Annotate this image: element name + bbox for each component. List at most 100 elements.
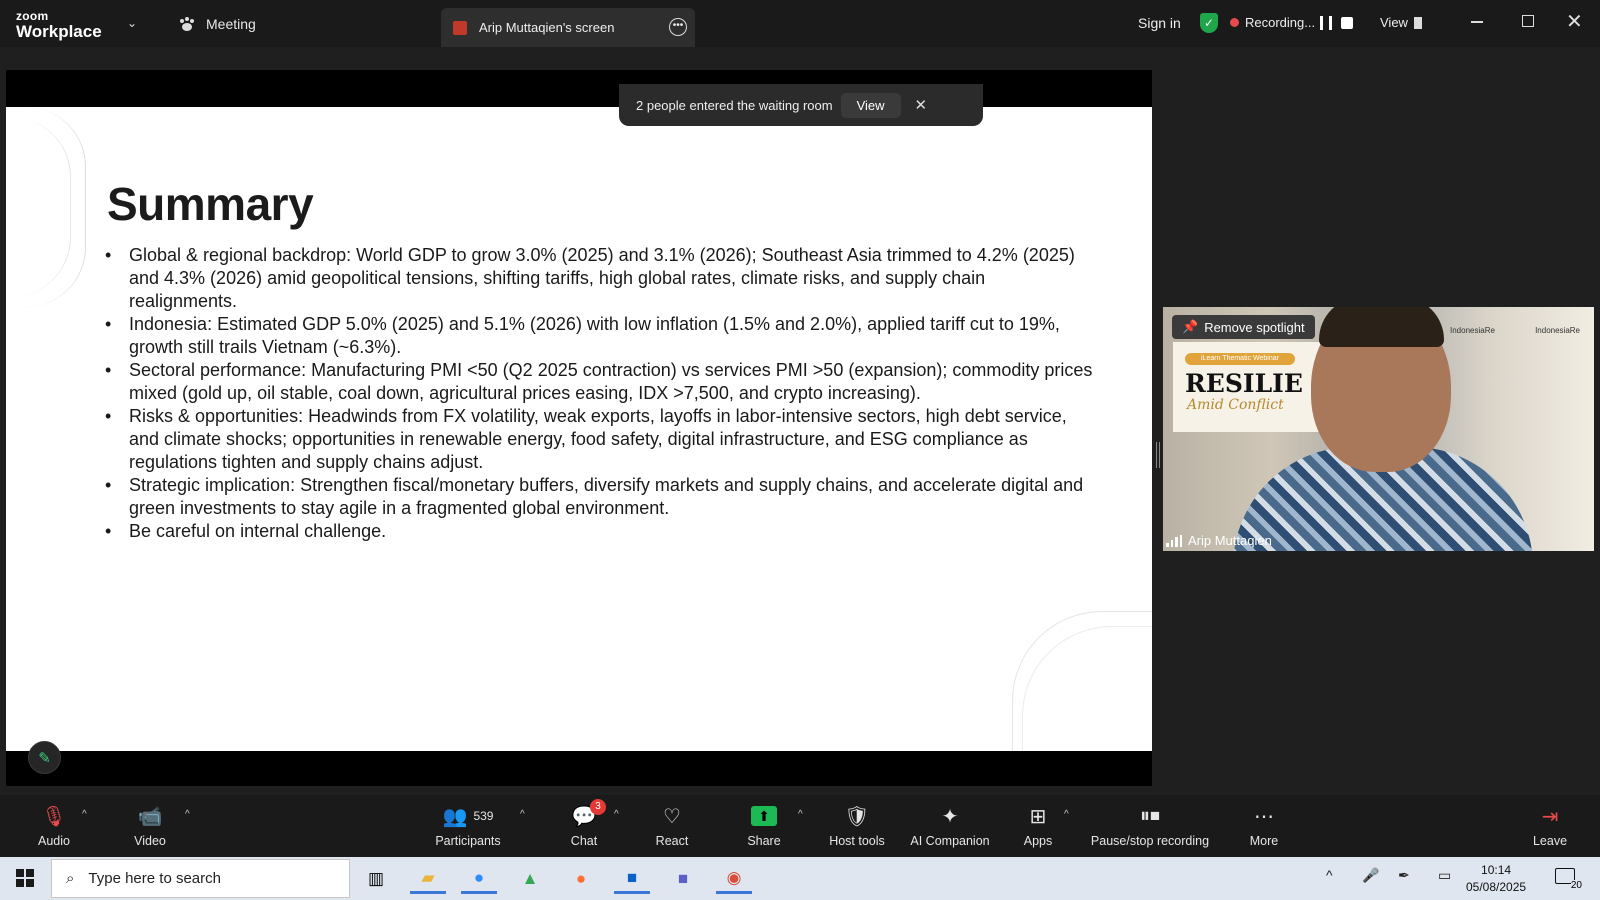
participants-label: Participants xyxy=(435,834,501,848)
audio-button[interactable]: 🎙 Audio xyxy=(30,795,78,857)
signal-bars-icon xyxy=(1166,534,1182,547)
participants-button[interactable]: 👥 539 Participants xyxy=(428,795,508,857)
participant-name: Arip Muttaqien xyxy=(1188,533,1272,548)
slide-bullet: Be careful on internal challenge. xyxy=(105,520,1095,543)
title-bar: zoom Workplace ⌄ Meeting Arip Muttaqien'… xyxy=(0,0,1600,47)
host-tools-button[interactable]: 🛡 Host tools xyxy=(822,795,892,857)
pause-stop-icon: ⏸⏹ xyxy=(1140,804,1160,827)
shield-check-icon[interactable]: ✓ xyxy=(1200,13,1218,33)
notification-center-icon[interactable]: 20 xyxy=(1555,868,1582,891)
tray-expand-icon[interactable]: ^ xyxy=(1326,867,1333,883)
share-label: Share xyxy=(747,834,781,848)
participants-caret-icon[interactable]: ^ xyxy=(520,809,525,820)
apps-caret-icon[interactable]: ^ xyxy=(1064,809,1069,820)
share-caret-icon[interactable]: ^ xyxy=(798,809,803,820)
cloud-record-icon xyxy=(1230,18,1239,27)
tab-screen-label: Arip Muttaqien's screen xyxy=(479,20,615,35)
apps-grid-icon: ⊞ xyxy=(1029,805,1047,828)
audio-caret-icon[interactable]: ^ xyxy=(82,809,87,820)
pause-recording-icon[interactable] xyxy=(1320,16,1332,30)
zoom-logo[interactable]: zoom Workplace xyxy=(16,10,102,40)
search-icon: ⌕ xyxy=(66,870,75,887)
chrome-icon[interactable]: ◉ xyxy=(716,864,752,894)
file-explorer-icon[interactable]: ▰ xyxy=(410,864,446,894)
chat-button[interactable]: 💬 3 Chat xyxy=(560,795,608,857)
screen-share-icon xyxy=(453,20,467,35)
video-button[interactable]: 📹 Video xyxy=(126,795,174,857)
chat-caret-icon[interactable]: ^ xyxy=(614,809,619,820)
logo-line-1: zoom xyxy=(16,9,49,23)
annotate-pencil-icon[interactable]: ✎ xyxy=(28,741,61,774)
react-button[interactable]: ♡ React xyxy=(648,795,696,857)
more-button[interactable]: ⋯ More xyxy=(1240,795,1288,857)
host-tools-label: Host tools xyxy=(829,834,885,848)
clock-date: 05/08/2025 xyxy=(1466,880,1527,894)
firefox-icon[interactable]: ● xyxy=(563,864,599,894)
participant-hair xyxy=(1319,307,1444,347)
waiting-room-view-button[interactable]: View xyxy=(840,92,901,118)
resize-handle[interactable] xyxy=(1156,442,1160,468)
logo-left: IndonesiaRe xyxy=(1450,325,1495,335)
apps-button[interactable]: ⊞ Apps xyxy=(1014,795,1062,857)
banner-pill: iLearn Thematic Webinar xyxy=(1185,353,1295,365)
video-caret-icon[interactable]: ^ xyxy=(185,809,190,820)
share-arrow-icon: ⬆ xyxy=(740,801,788,831)
waiting-room-text: 2 people entered the waiting room xyxy=(636,97,833,113)
task-view-icon[interactable]: ▥ xyxy=(358,864,394,894)
microphone-icon[interactable]: 🎤 xyxy=(1362,867,1379,884)
ai-companion-button[interactable]: ✦ AI Companion xyxy=(905,795,995,857)
close-icon[interactable]: ✕ xyxy=(915,96,928,114)
logo-right: IndonesiaRe xyxy=(1535,325,1580,335)
share-button[interactable]: ⬆ Share xyxy=(740,795,788,857)
paw-icon xyxy=(180,17,194,31)
slide-bullet: Indonesia: Estimated GDP 5.0% (2025) and… xyxy=(105,313,1095,359)
apps-label: Apps xyxy=(1023,834,1053,848)
search-placeholder: Type here to search xyxy=(88,870,221,887)
pen-icon[interactable]: ✒ xyxy=(1398,867,1410,884)
recording-label: Recording... xyxy=(1245,15,1316,30)
clock-time: 10:14 xyxy=(1481,863,1512,877)
close-icon[interactable]: ✕ xyxy=(1566,9,1583,34)
chat-unread-badge: 3 xyxy=(590,799,606,815)
minimize-icon[interactable] xyxy=(1471,21,1483,23)
sign-in-button[interactable]: Sign in xyxy=(1138,15,1181,31)
slide-bullet: Global & regional backdrop: World GDP to… xyxy=(105,244,1095,313)
zoom-app-icon[interactable]: ● xyxy=(461,864,497,894)
banner-title: RESILIE xyxy=(1185,369,1303,398)
video-label: Video xyxy=(134,834,166,848)
windows-start-icon[interactable] xyxy=(16,869,34,887)
more-options-icon[interactable]: ••• xyxy=(669,18,687,36)
display-icon[interactable]: ▭ xyxy=(1438,867,1451,884)
teams-icon[interactable]: ■ xyxy=(665,864,701,894)
windows-taskbar: ⌕ Type here to search ▥ ▰ ● ▲ ● ■ ■ ◉ ^ … xyxy=(0,857,1600,900)
restore-icon[interactable] xyxy=(1522,15,1534,27)
leave-button[interactable]: ⇥ Leave xyxy=(1526,795,1574,857)
presentation-slide: Summary Global & regional backdrop: Worl… xyxy=(6,107,1152,751)
participants-icon: 👥 539 xyxy=(442,805,494,828)
system-clock[interactable]: 10:14 05/08/2025 xyxy=(1466,862,1526,896)
slide-bullet: Sectoral performance: Manufacturing PMI … xyxy=(105,359,1095,405)
tab-shared-screen[interactable]: Arip Muttaqien's screen ••• xyxy=(441,8,695,47)
spotlight-video-tile[interactable]: iLearn Thematic Webinar RESILIE Amid Con… xyxy=(1163,307,1594,551)
chat-label: Chat xyxy=(570,834,598,848)
view-layout-icon[interactable] xyxy=(1414,17,1422,29)
google-drive-icon[interactable]: ▲ xyxy=(512,864,548,894)
shield-icon: 🛡 xyxy=(844,805,870,828)
banner-subtitle: Amid Conflict xyxy=(1187,397,1284,413)
logo-line-2: Workplace xyxy=(16,22,102,41)
slide-bullet-list: Global & regional backdrop: World GDP to… xyxy=(105,244,1095,543)
outlook-icon[interactable]: ■ xyxy=(614,864,650,894)
taskbar-search-input[interactable]: ⌕ Type here to search xyxy=(51,859,350,898)
slide-bullet: Risks & opportunities: Headwinds from FX… xyxy=(105,405,1095,474)
pause-stop-recording-button[interactable]: ⏸⏹ Pause/stop recording xyxy=(1088,795,1212,857)
notification-count: 20 xyxy=(1570,880,1582,891)
recording-indicator: Recording... xyxy=(1230,15,1315,30)
view-button[interactable]: View xyxy=(1380,15,1408,30)
more-dots-icon: ⋯ xyxy=(1254,805,1274,828)
chevron-down-icon[interactable]: ⌄ xyxy=(127,16,137,30)
audio-label: Audio xyxy=(38,834,70,848)
tab-meeting[interactable]: Meeting xyxy=(178,14,256,34)
participants-count: 539 xyxy=(473,809,494,823)
remove-spotlight-button[interactable]: 📌 Remove spotlight xyxy=(1172,315,1315,339)
stop-recording-icon[interactable] xyxy=(1341,17,1353,29)
